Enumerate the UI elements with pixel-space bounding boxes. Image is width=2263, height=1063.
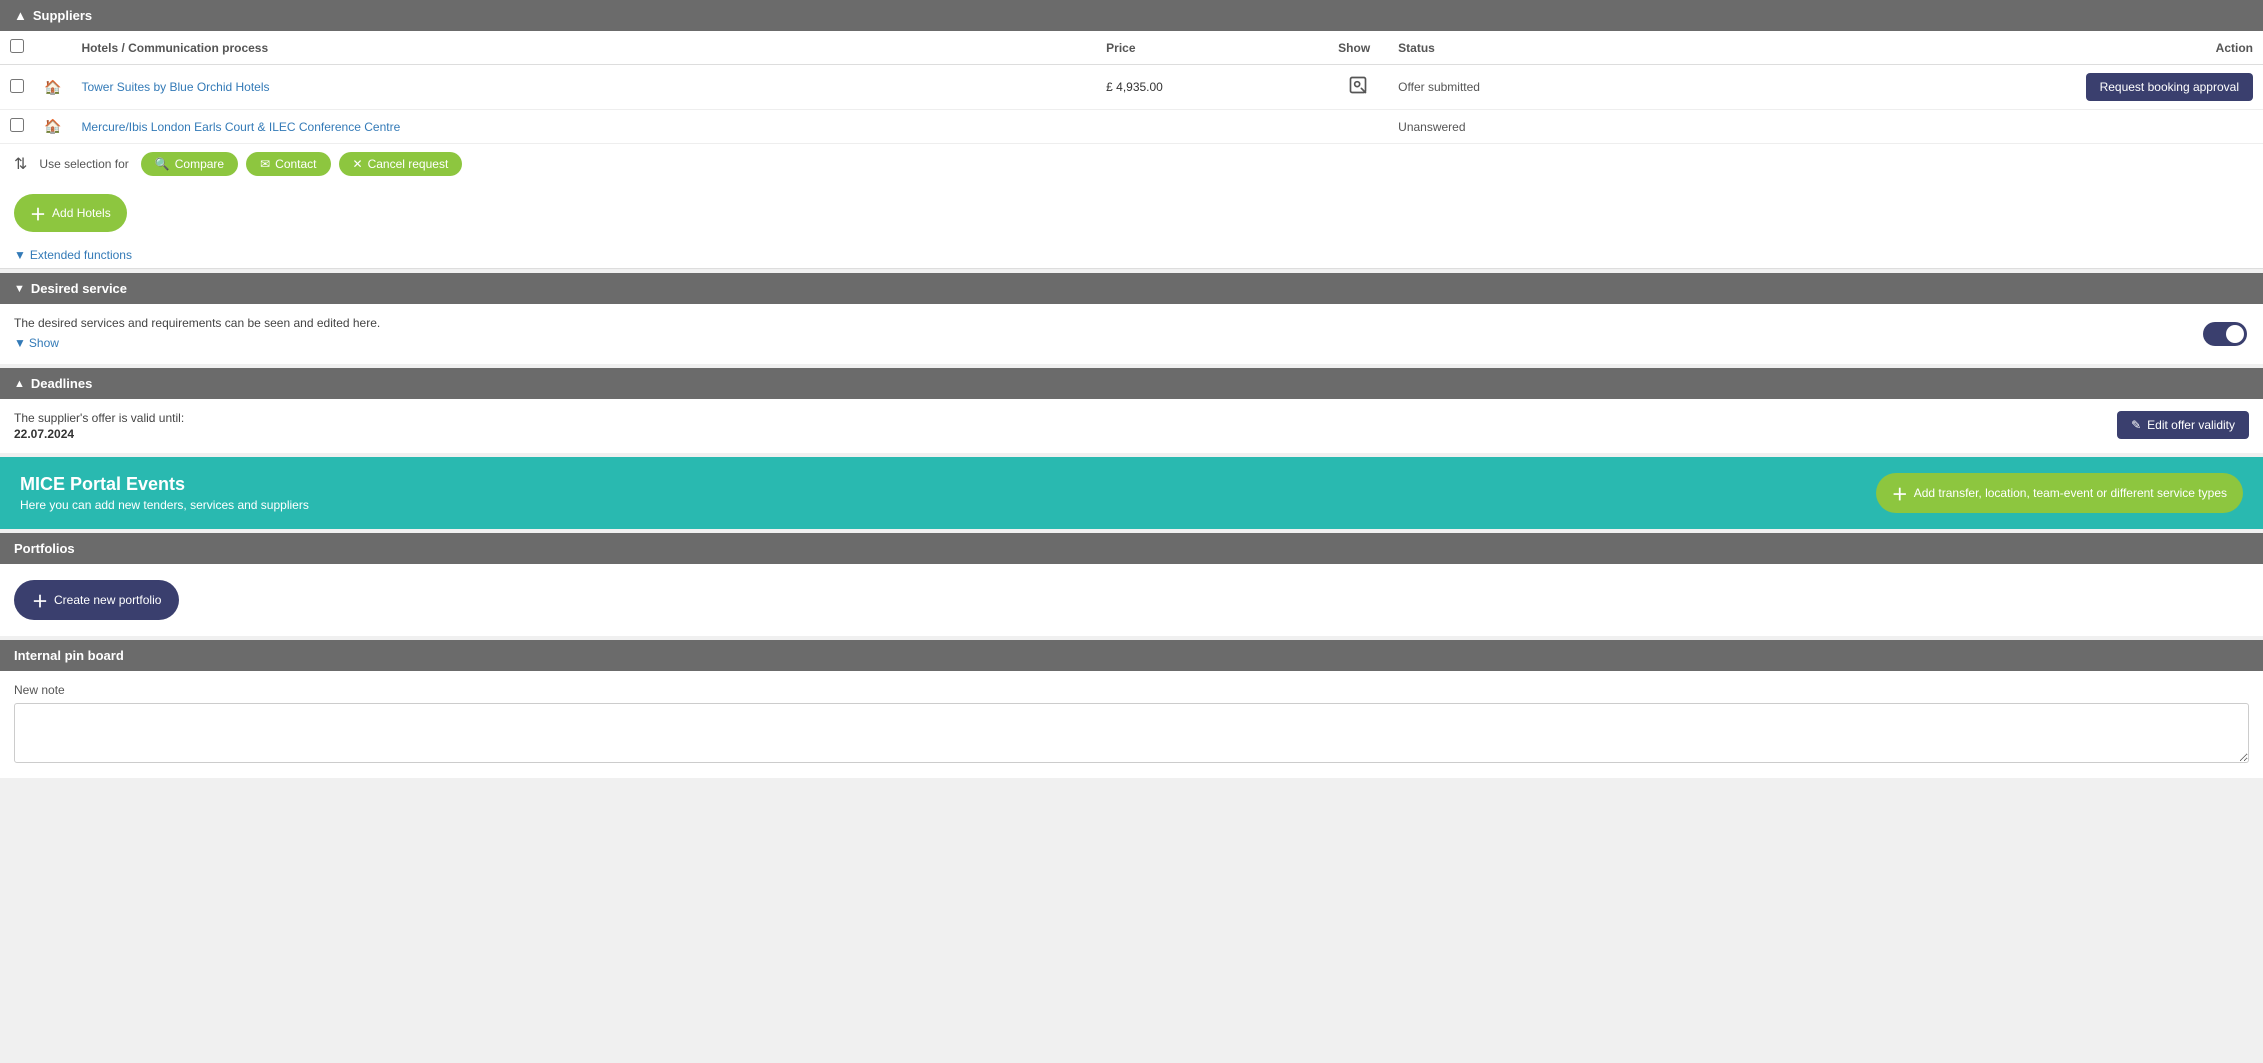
hotel-status-2: Unanswered (1398, 120, 1465, 134)
edit-pencil-icon: ✎ (2131, 418, 2141, 432)
cancel-x-icon: ✕ (353, 157, 363, 171)
cancel-request-button[interactable]: ✕ Cancel request (339, 152, 463, 176)
desired-service-header[interactable]: ▼ Desired service (0, 273, 2263, 304)
suppliers-section-header[interactable]: ▲ Suppliers (0, 0, 2263, 31)
hotel-home-icon-1: 🏠 (44, 79, 61, 95)
show-chevron-down-icon: ▼ (14, 336, 26, 350)
hotel-name-1: Tower Suites by Blue Orchid Hotels (81, 80, 269, 94)
row-2-checkbox[interactable] (10, 118, 24, 132)
portfolios-section-header: Portfolios (0, 533, 2263, 564)
compare-search-icon: 🔍 (155, 157, 170, 171)
desired-service-toggle[interactable] (2203, 322, 2247, 346)
contact-button[interactable]: ✉ Contact (246, 152, 330, 176)
mice-portal-banner: MICE Portal Events Here you can add new … (0, 457, 2263, 529)
add-transfer-plus-icon: ＋ (1892, 481, 1908, 505)
internal-pin-board-title: Internal pin board (14, 648, 124, 663)
add-transfer-button[interactable]: ＋ Add transfer, location, team-event or … (1876, 473, 2243, 513)
table-row: 🏠 Mercure/Ibis London Earls Court & ILEC… (0, 110, 2263, 144)
select-all-checkbox[interactable] (10, 39, 24, 53)
create-new-portfolio-button[interactable]: ＋ Create new portfolio (14, 580, 179, 620)
portfolios-title: Portfolios (14, 541, 75, 556)
mice-portal-title: MICE Portal Events (20, 474, 309, 495)
selection-bar: ⇅ Use selection for 🔍 Compare ✉ Contact … (0, 144, 2263, 184)
offer-valid-label: The supplier's offer is valid until: (14, 411, 184, 425)
mice-portal-subtitle: Here you can add new tenders, services a… (20, 498, 309, 512)
deadlines-title: Deadlines (31, 376, 92, 391)
edit-offer-validity-button[interactable]: ✎ Edit offer validity (2117, 411, 2249, 439)
show-column-header: Show (1328, 31, 1388, 65)
contact-envelope-icon: ✉ (260, 157, 270, 171)
request-booking-approval-button[interactable]: Request booking approval (2086, 73, 2253, 101)
hotel-home-icon-2: 🏠 (44, 118, 61, 134)
add-hotels-plus-icon: ＋ (30, 201, 46, 225)
new-note-textarea[interactable] (14, 703, 2249, 763)
desired-service-description: The desired services and requirements ca… (14, 316, 2249, 330)
create-portfolio-plus-icon: ＋ (32, 588, 48, 612)
internal-pin-board-header: Internal pin board (0, 640, 2263, 671)
desired-service-chevron-down-icon: ▼ (14, 283, 25, 295)
new-note-label: New note (14, 683, 2249, 697)
action-column-header: Action (1696, 31, 2263, 65)
hotel-price-1: £ 4,935.00 (1106, 80, 1163, 94)
add-hotels-area: ＋ Add Hotels (0, 184, 2263, 242)
desired-service-show-link[interactable]: ▼ Show (14, 336, 2249, 350)
deadlines-section-header[interactable]: ▲ Deadlines (0, 368, 2263, 399)
desired-service-title: Desired service (31, 281, 127, 296)
show-icon-1[interactable] (1348, 82, 1368, 99)
portfolios-body: ＋ Create new portfolio (0, 564, 2263, 636)
suppliers-title: Suppliers (33, 8, 92, 23)
extended-functions-area: ▼ Extended functions (0, 242, 2263, 268)
deadlines-body: The supplier's offer is valid until: 22.… (0, 399, 2263, 453)
table-row: 🏠 Tower Suites by Blue Orchid Hotels £ 4… (0, 65, 2263, 110)
add-hotels-button[interactable]: ＋ Add Hotels (14, 194, 127, 232)
hotels-column-header: Hotels / Communication process (71, 31, 1096, 65)
extended-chevron-down-icon: ▼ (14, 248, 26, 262)
price-column-header: Price (1096, 31, 1328, 65)
suppliers-chevron-up-icon: ▲ (14, 8, 27, 23)
desired-service-body: The desired services and requirements ca… (0, 304, 2263, 364)
hotel-status-1: Offer submitted (1398, 80, 1480, 94)
selection-arrows-icon: ⇅ (14, 154, 27, 174)
compare-button[interactable]: 🔍 Compare (141, 152, 238, 176)
internal-pin-board-body: New note (0, 671, 2263, 778)
offer-date: 22.07.2024 (14, 427, 184, 441)
row-1-checkbox[interactable] (10, 79, 24, 93)
status-column-header: Status (1388, 31, 1696, 65)
deadlines-chevron-up-icon: ▲ (14, 378, 25, 390)
extended-functions-link[interactable]: ▼ Extended functions (14, 248, 2249, 262)
selection-label: Use selection for (39, 157, 128, 171)
hotel-name-2: Mercure/Ibis London Earls Court & ILEC C… (81, 120, 400, 134)
